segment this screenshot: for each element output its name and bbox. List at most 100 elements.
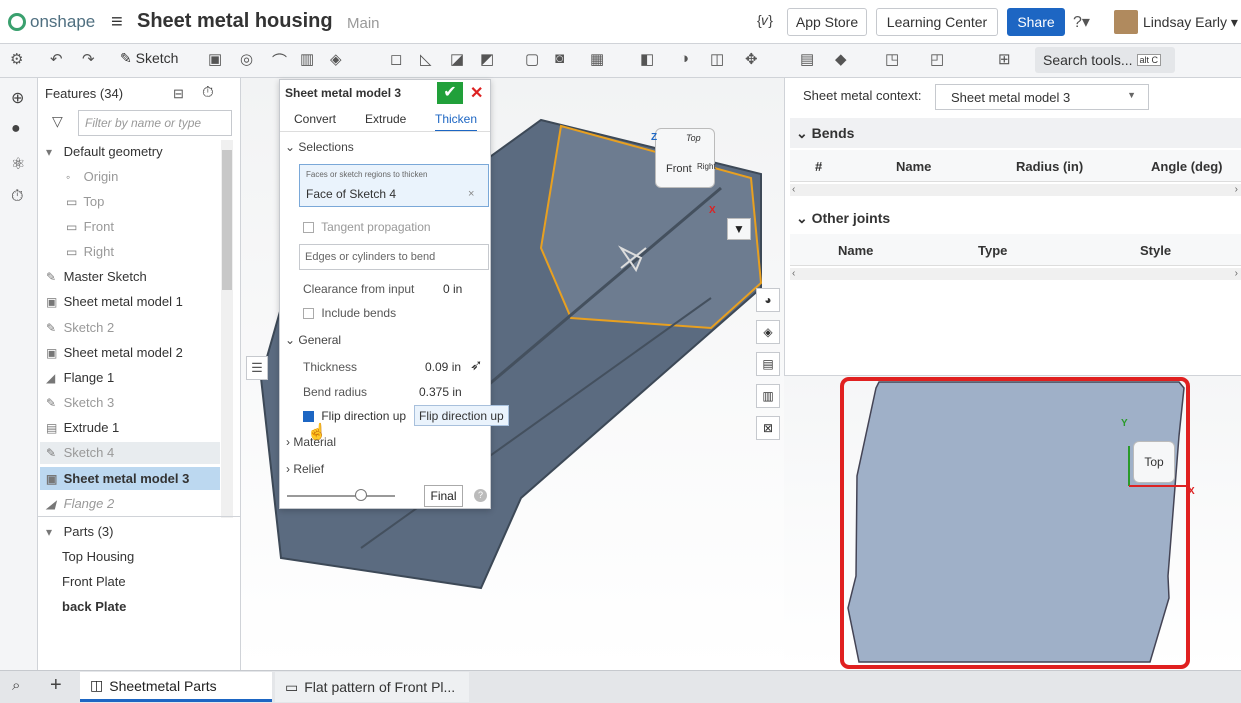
tree-item-extrude-1[interactable]: ▤ Extrude 1 [46,420,119,435]
revolve-tool-icon[interactable]: ◎ [240,50,253,68]
material-section[interactable]: › Material [286,435,336,449]
redo-icon[interactable]: ↷ [82,50,95,68]
document-title[interactable]: Sheet metal housing [137,10,333,33]
view-cube-front[interactable]: Front [666,163,692,175]
add-tab-button[interactable]: + [50,674,62,697]
search-tools-input[interactable]: Search tools... alt C [1035,47,1175,73]
rollback-icon[interactable]: ⊟ [173,86,184,102]
tree-item-master-sketch[interactable]: ✎ Master Sketch [46,269,147,284]
tab-convert[interactable]: Convert [294,112,336,126]
user-menu[interactable]: Lindsay Early ▾ [1143,14,1238,31]
feature-list-toggle-icon[interactable]: ⚙ [10,50,23,68]
view-cube-right[interactable]: Right [697,162,716,171]
timer-icon[interactable]: ⏱ [202,84,214,101]
cancel-button[interactable]: ✕ [470,83,483,103]
col-joint-style[interactable]: Style [1140,243,1171,258]
learning-center-button[interactable]: Learning Center [876,8,998,36]
col-joint-name[interactable]: Name [838,243,873,258]
tab-thicken[interactable]: Thicken [435,112,478,132]
tree-item-sheet-metal-model-3[interactable]: ▣ Sheet metal model 3 [40,467,220,490]
tree-item-flange-2[interactable]: ◢ Flange 2 [46,496,114,511]
transform-tool-icon[interactable]: ✥ [745,50,758,68]
branch-name[interactable]: Main [347,15,380,32]
loft-tool-icon[interactable]: ▥ [300,50,314,68]
joints-h-scrollbar[interactable]: ‹ › [790,268,1241,280]
onshape-logo[interactable]: onshape [8,12,95,32]
flip-direction-checkbox[interactable]: Flip direction up [303,409,406,423]
variable-view-icon[interactable]: ⊠ [756,416,780,440]
tree-item-flange-1[interactable]: ◢ Flange 1 [46,370,114,385]
feature-panel-toggle-icon[interactable]: ☰ [246,356,268,380]
part-item-front-plate[interactable]: Front Plate [62,574,126,589]
tangent-propagation-checkbox[interactable]: Tangent propagation [303,220,431,234]
accept-button[interactable]: ✔ [437,82,463,104]
view-cube[interactable] [655,128,715,188]
thicken-tool-icon[interactable]: ◈ [330,50,342,68]
comments-icon[interactable]: ● [11,120,21,138]
view-cube-top[interactable]: Top [686,133,701,143]
help-icon[interactable]: ? [474,489,487,502]
tab-flat-pattern[interactable]: ▭ Flat pattern of Front Pl... [275,672,469,702]
rib-tool-icon[interactable]: ◩ [480,50,494,68]
part-item-back-plate[interactable]: back Plate [62,599,126,614]
tree-item-sheet-metal-model-1[interactable]: ▣ Sheet metal model 1 [46,294,183,309]
app-store-button[interactable]: App Store [787,8,867,36]
shell-tool-icon[interactable]: ▢ [525,50,539,68]
col-angle[interactable]: Angle (deg) [1151,159,1223,174]
context-select[interactable]: Sheet metal model 3 ▼ [935,84,1149,110]
tree-item-front-plane[interactable]: ▭ Front [66,219,114,234]
thickness-input[interactable]: 0.09 in [425,360,461,374]
bend-radius-input[interactable]: 0.375 in [419,385,462,399]
clearance-input[interactable]: 0 in [443,282,462,296]
parts-list-header[interactable]: ▾ Parts (3) [46,524,113,539]
delete-part-icon[interactable]: ▤ [800,50,814,68]
col-name[interactable]: Name [896,159,931,174]
edges-selection-field[interactable]: Edges or cylinders to bend [299,244,489,270]
filter-icon[interactable]: ▽ [52,113,63,130]
mirror-tool-icon[interactable]: ◧ [640,50,654,68]
selections-section[interactable]: ⌄ Selections [285,140,354,154]
measure-arrow-icon[interactable]: ➶ [470,356,483,374]
bends-section-header[interactable]: ⌄ Bends [790,118,1241,148]
tree-scroll-thumb[interactable] [222,150,232,290]
sheet-metal-tool-icon[interactable]: ◆ [835,50,847,68]
final-button[interactable]: Final [424,485,463,507]
section-view-icon[interactable]: ◈ [756,320,780,344]
col-number[interactable]: # [815,159,822,174]
flange-tool-icon[interactable]: ◳ [885,50,899,68]
explode-icon[interactable]: ▥ [756,384,780,408]
view-options-icon[interactable]: ▼ [727,218,751,240]
relief-section[interactable]: › Relief [286,462,324,476]
variable-studio-icon[interactable]: {𝑣} [757,12,773,29]
boolean-tool-icon[interactable]: ◑ [680,50,689,67]
hole-tool-icon[interactable]: ◙ [555,50,564,67]
sketch-button[interactable]: ✎ Sketch [120,50,178,67]
split-tool-icon[interactable]: ◫ [710,50,724,68]
help-icon[interactable]: ?▾ [1073,12,1090,32]
part-item-top-housing[interactable]: Top Housing [62,549,134,564]
bends-h-scrollbar[interactable]: ‹ › [790,184,1241,196]
tab-sheetmetal-parts[interactable]: ◫ Sheetmetal Parts [80,672,272,702]
clear-selection-icon[interactable]: × [468,188,474,200]
search-view-icon[interactable]: ⌕ [12,677,20,694]
tab-extrude[interactable]: Extrude [365,112,406,126]
slider-handle[interactable] [355,489,367,501]
parts-icon[interactable]: ⚛ [11,154,25,174]
tree-item-right-plane[interactable]: ▭ Right [66,244,114,259]
insert-feature-icon[interactable]: ⊕ [11,88,24,108]
sweep-tool-icon[interactable]: ⌒ [272,50,287,71]
menu-icon[interactable]: ≡ [111,11,123,34]
history-icon[interactable]: ⏱ [11,188,23,206]
tree-item-top-plane[interactable]: ▭ Top [66,194,104,209]
flat-view-cube[interactable]: Top [1133,441,1175,483]
fillet-tool-icon[interactable]: ◻ [390,50,402,68]
rollback-slider[interactable] [287,495,395,497]
tree-item-sketch-3[interactable]: ✎ Sketch 3 [46,395,114,410]
tree-item-default-geometry[interactable]: ▾ Default geometry [46,144,163,159]
col-radius[interactable]: Radius (in) [1016,159,1083,174]
flat-tool-icon[interactable]: ◰ [930,50,944,68]
draft-tool-icon[interactable]: ◪ [450,50,464,68]
tree-item-origin[interactable]: ◦ Origin [66,169,118,184]
general-section[interactable]: ⌄ General [285,333,341,347]
pattern-tool-icon[interactable]: ▦ [590,50,604,68]
